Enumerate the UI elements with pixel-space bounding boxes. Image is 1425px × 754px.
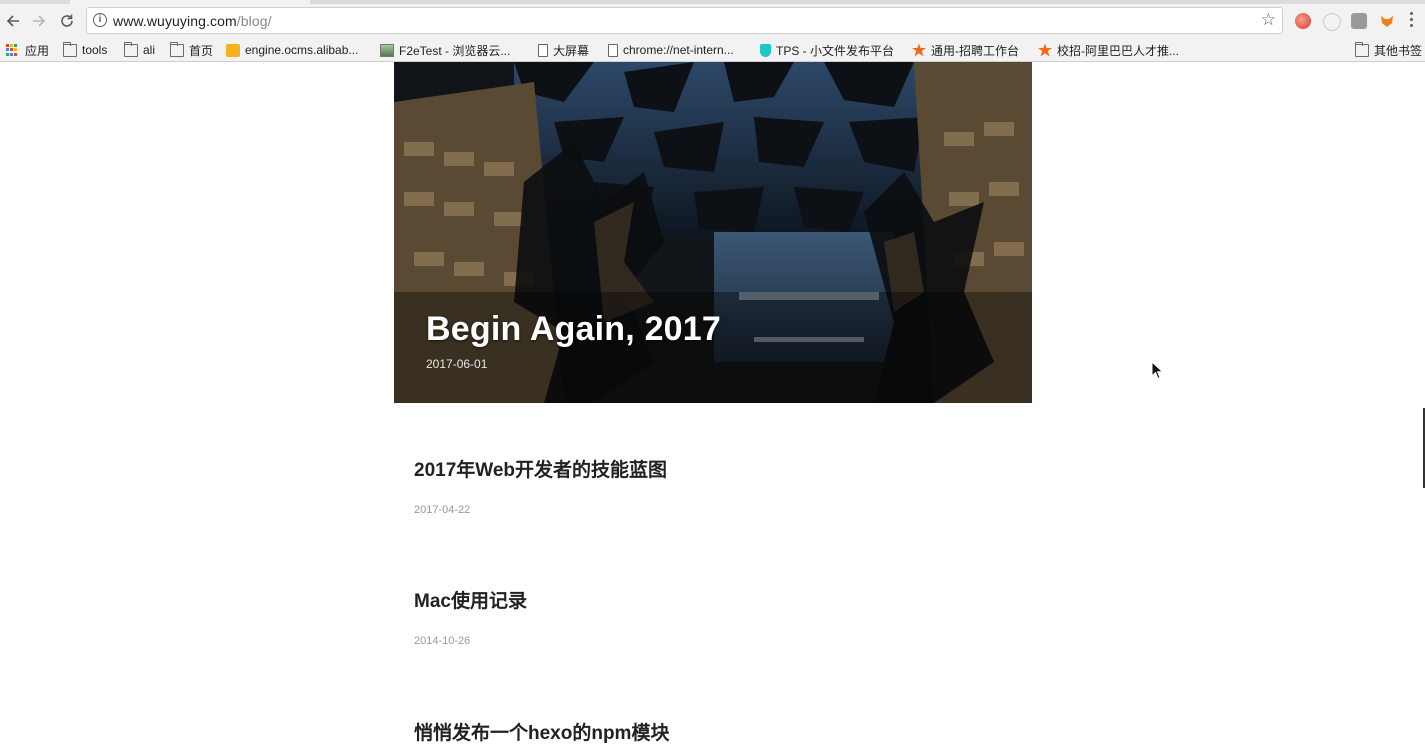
bookmark-f2etest[interactable]: F2eTest - 浏览器云... xyxy=(380,42,510,58)
reload-button[interactable] xyxy=(54,8,80,34)
blog-page: Begin Again, 2017 2017-06-01 2017年Web开发者… xyxy=(0,62,1425,754)
bookmark-label: tools xyxy=(82,43,108,57)
bookmark-folder-home[interactable]: 首页 xyxy=(169,41,214,58)
bookmark-folder-tools[interactable]: tools xyxy=(62,41,108,58)
bookmark-label: TPS - 小文件发布平台 xyxy=(776,43,895,58)
folder-icon xyxy=(62,41,77,57)
bookmark-folder-ali[interactable]: ali xyxy=(123,41,156,58)
forward-button[interactable] xyxy=(26,8,52,34)
reload-icon xyxy=(61,14,73,27)
featured-post-cover-image xyxy=(394,62,1032,403)
apps-grid-icon xyxy=(6,43,20,57)
bookmark-label: 大屏幕 xyxy=(553,43,590,58)
tps-favicon-icon xyxy=(760,43,771,57)
recruit-favicon-icon xyxy=(1038,43,1052,57)
folder-icon xyxy=(123,41,138,57)
bookmark-recruit-campus[interactable]: 校招-阿里巴巴人才推... xyxy=(1038,42,1179,58)
browser-menu-button[interactable] xyxy=(1410,12,1414,30)
fox-icon xyxy=(1381,16,1393,27)
post-list-item[interactable]: 2017年Web开发者的技能蓝图 2017-04-22 xyxy=(414,455,667,516)
post-title[interactable]: 悄悄发布一个hexo的npm模块 xyxy=(414,718,669,745)
bookmark-net-internals[interactable]: chrome://net-intern... xyxy=(608,42,734,58)
engine-favicon-icon xyxy=(226,43,240,57)
bookmark-engine-ocms[interactable]: engine.ocms.alibab... xyxy=(226,42,358,58)
mouse-cursor-icon xyxy=(1151,361,1164,380)
site-info-icon[interactable]: i xyxy=(93,13,107,27)
post-list-item[interactable]: Mac使用记录 2014-10-26 xyxy=(414,586,527,647)
back-button[interactable] xyxy=(0,8,26,34)
bookmark-label: F2eTest - 浏览器云... xyxy=(399,43,511,58)
address-bar[interactable]: i www.wuyuying.com/blog/ ☆ xyxy=(86,7,1283,34)
bookmark-other-folder[interactable]: 其他书签 xyxy=(1354,41,1423,58)
bookmark-label: 首页 xyxy=(189,43,214,58)
bookmark-recruit-general[interactable]: 通用-招聘工作台 xyxy=(912,42,1019,58)
url-path: /blog/ xyxy=(236,13,272,29)
url-host: www.wuyuying.com xyxy=(113,13,237,29)
post-date: 2014-10-26 xyxy=(414,635,471,647)
extension-red-icon[interactable] xyxy=(1295,13,1311,29)
bookmark-label: engine.ocms.alibab... xyxy=(245,43,359,57)
bookmark-apps[interactable]: 应用 xyxy=(6,42,49,58)
browser-toolbar: i www.wuyuying.com/blog/ ☆ xyxy=(0,4,1425,39)
bookmark-label: 应用 xyxy=(25,43,50,58)
bookmark-tps[interactable]: TPS - 小文件发布平台 xyxy=(760,42,894,58)
bookmark-label: 校招-阿里巴巴人才推... xyxy=(1057,43,1179,58)
recruit-favicon-icon xyxy=(912,43,926,57)
bookmark-star-icon[interactable]: ☆ xyxy=(1261,10,1276,30)
post-list-item[interactable]: 悄悄发布一个hexo的npm模块 xyxy=(414,718,669,745)
folder-icon xyxy=(1354,41,1369,57)
bookmark-label: ali xyxy=(143,43,156,57)
extension-gray-icon[interactable] xyxy=(1323,13,1341,31)
post-date: 2017-04-22 xyxy=(414,504,471,516)
bookmark-label: 通用-招聘工作台 xyxy=(931,43,1019,58)
featured-post-date: 2017-06-01 xyxy=(426,357,488,371)
bookmarks-bar: 应用 tools ali 首页 engine.ocms.alibab... F2… xyxy=(0,39,1425,62)
back-arrow-icon xyxy=(6,15,19,27)
post-title[interactable]: 2017年Web开发者的技能蓝图 xyxy=(414,455,667,482)
folder-icon xyxy=(169,41,184,57)
bookmark-label: chrome://net-intern... xyxy=(623,43,734,57)
f2etest-favicon-icon xyxy=(380,43,394,57)
bookmark-label: 其他书签 xyxy=(1374,43,1423,58)
page-icon xyxy=(608,43,618,57)
page-icon xyxy=(538,43,548,57)
post-title[interactable]: Mac使用记录 xyxy=(414,586,527,613)
forward-arrow-icon xyxy=(33,15,46,27)
extension-doc-icon[interactable] xyxy=(1351,13,1367,29)
featured-post-card[interactable]: Begin Again, 2017 2017-06-01 xyxy=(394,62,1032,403)
extension-fox-icon[interactable] xyxy=(1379,13,1395,29)
bookmark-big-screen[interactable]: 大屏幕 xyxy=(538,42,589,58)
address-url[interactable]: www.wuyuying.com/blog/ xyxy=(113,13,272,29)
featured-post-title[interactable]: Begin Again, 2017 xyxy=(426,310,721,349)
